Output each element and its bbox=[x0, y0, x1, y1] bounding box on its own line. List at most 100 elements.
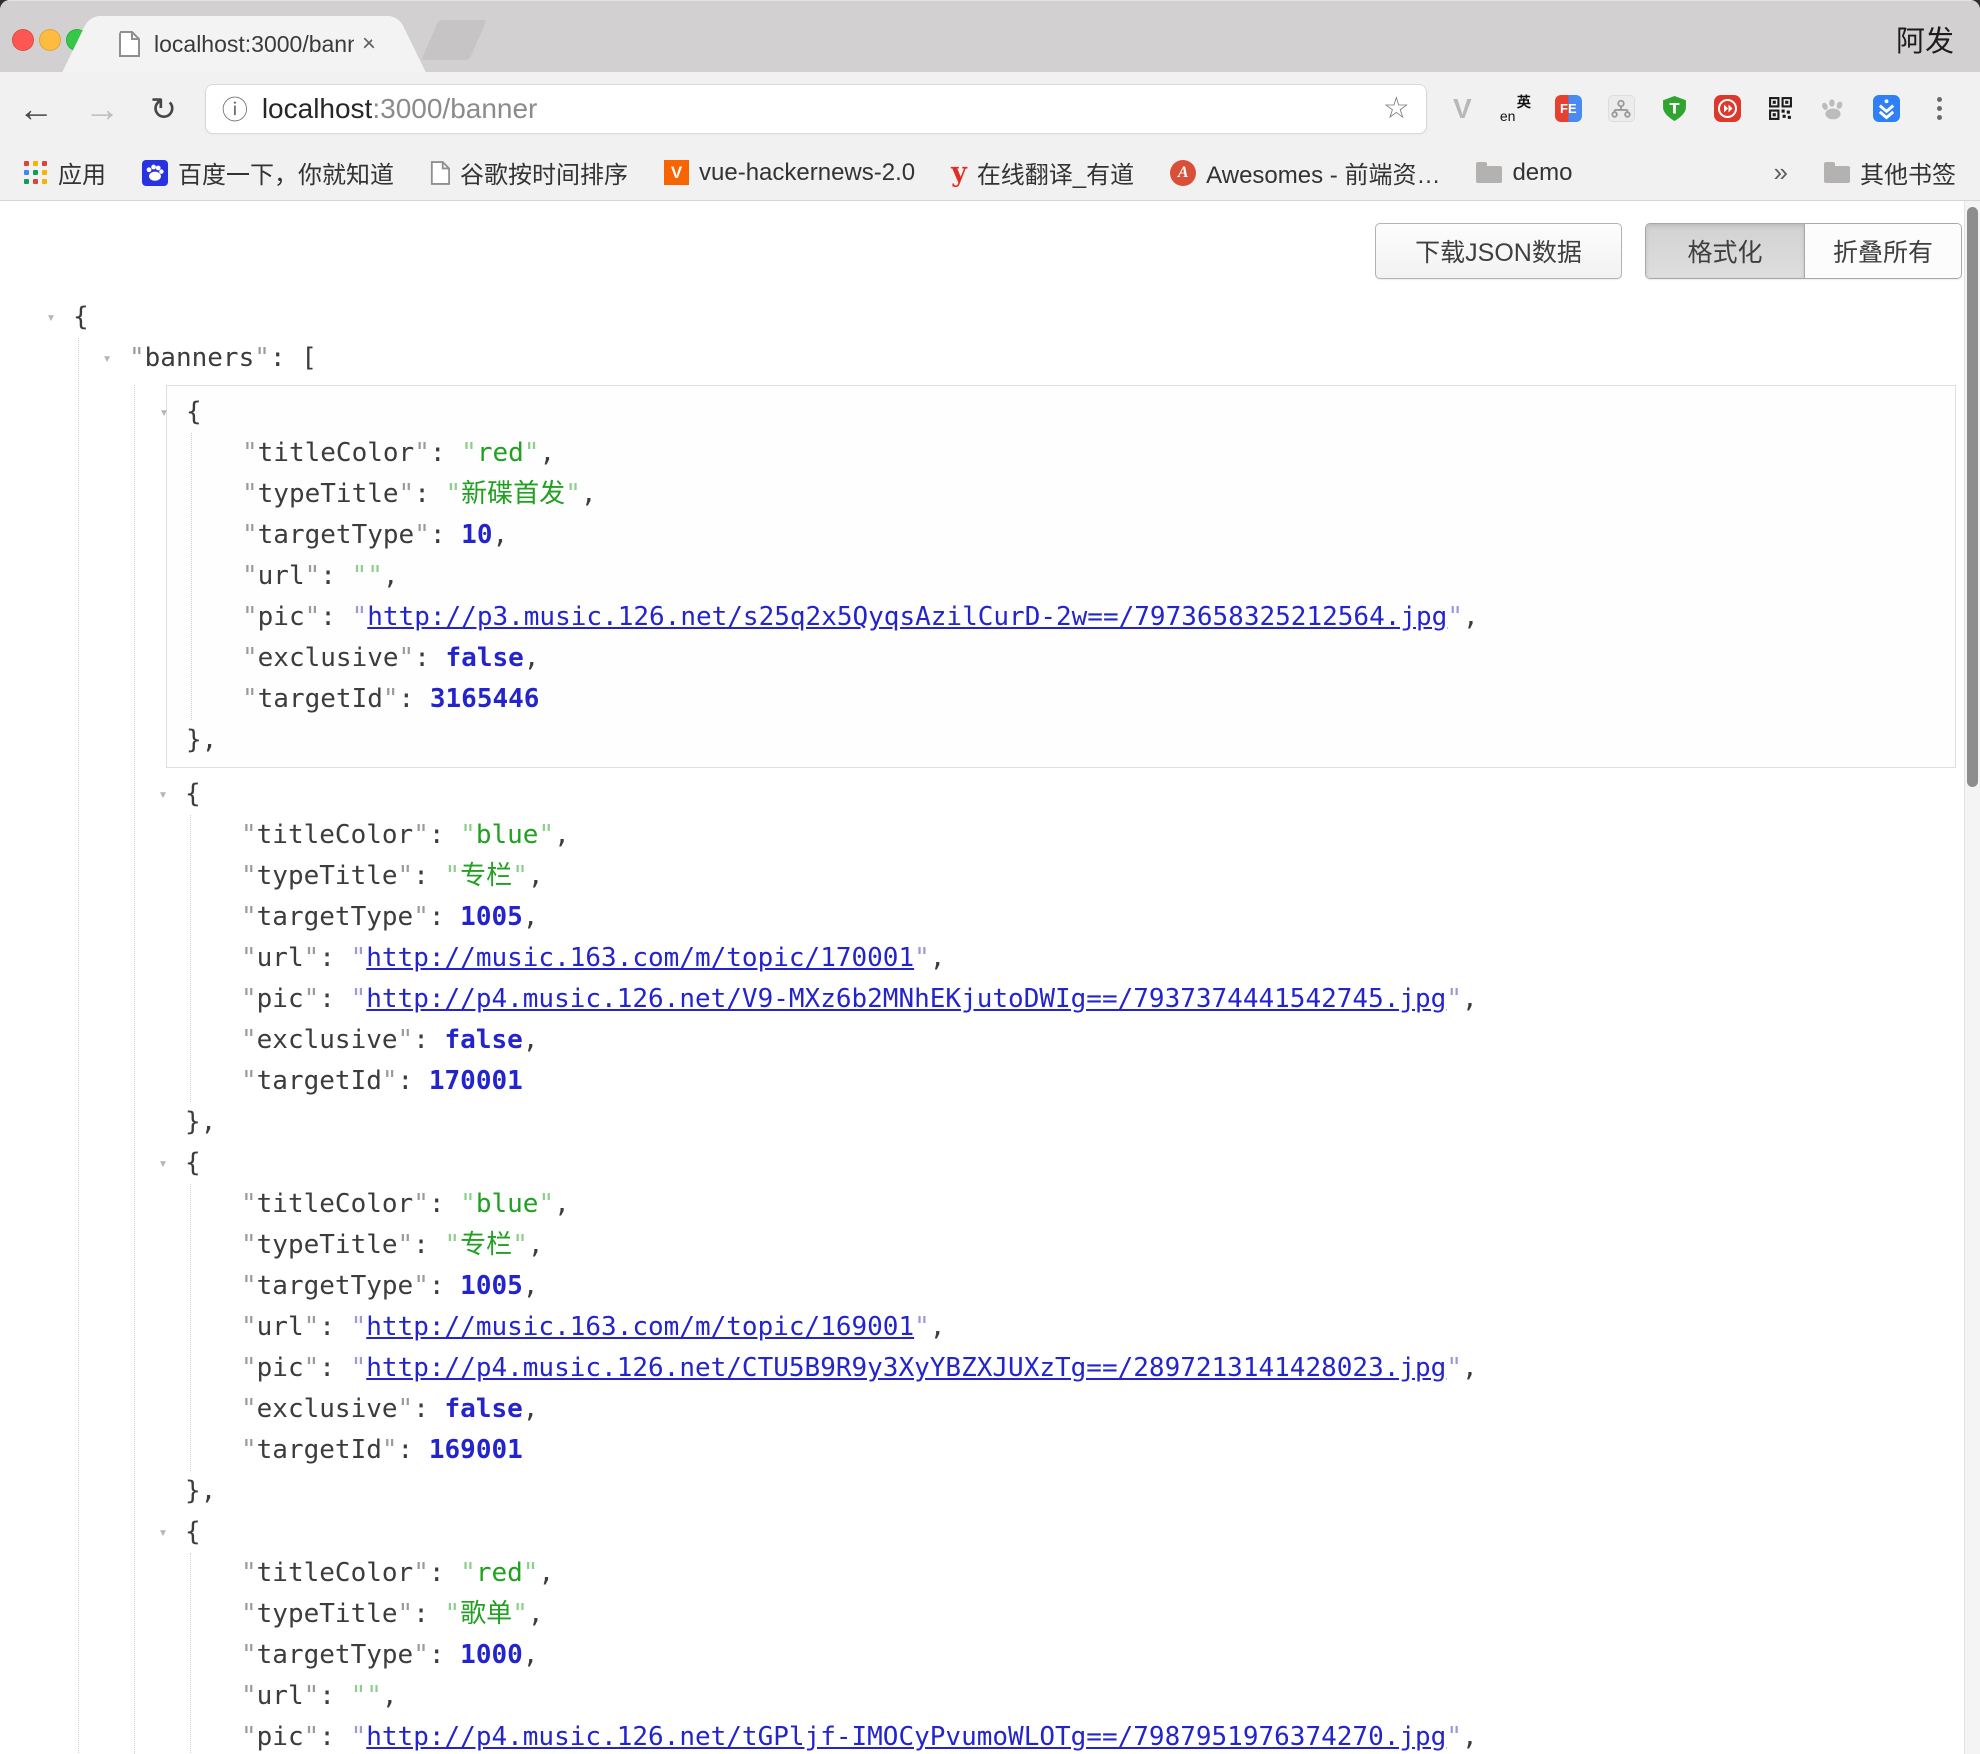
json-array-item: ▾{"titleColor": "red","typeTitle": "歌单",… bbox=[185, 1512, 1964, 1754]
traffic-light-close-button[interactable] bbox=[12, 29, 34, 51]
json-token: , bbox=[528, 861, 544, 891]
json-token: " bbox=[241, 820, 257, 850]
tampermonkey-shield-icon[interactable]: T bbox=[1661, 95, 1688, 122]
tab-active[interactable]: localhost:3000/banner × bbox=[98, 16, 390, 72]
json-token: " bbox=[414, 520, 430, 550]
traffic-light-minimize-button[interactable] bbox=[39, 29, 61, 51]
json-token: " bbox=[538, 1189, 554, 1219]
bookmark-baidu[interactable]: 百度一下，你就知道 bbox=[142, 155, 394, 190]
other-bookmarks-folder[interactable]: 其他书签 bbox=[1824, 155, 1956, 190]
json-token: : [ bbox=[270, 343, 317, 373]
json-token: , bbox=[1462, 1353, 1478, 1383]
download-json-button[interactable]: 下载JSON数据 bbox=[1375, 223, 1622, 279]
format-button[interactable]: 格式化 bbox=[1646, 224, 1805, 278]
paw-extension-icon[interactable] bbox=[1820, 95, 1847, 122]
collapse-triangle-icon[interactable]: ▾ bbox=[151, 774, 175, 815]
json-link[interactable]: http://music.163.com/m/topic/169001 bbox=[366, 1312, 914, 1342]
chrome-menu-icon[interactable] bbox=[1926, 95, 1953, 122]
json-token: " bbox=[351, 943, 367, 973]
json-token: " bbox=[512, 1230, 528, 1260]
bookmark-apps[interactable]: 应用 bbox=[24, 155, 106, 190]
json-token: , bbox=[554, 820, 570, 850]
json-children: "titleColor": "red","typeTitle": "歌单","t… bbox=[190, 1553, 1964, 1754]
json-token: " bbox=[351, 1681, 367, 1711]
bookmark-awesomes[interactable]: A Awesomes - 前端资… bbox=[1170, 155, 1440, 190]
json-key: pic bbox=[257, 1353, 304, 1383]
json-token: : bbox=[320, 561, 351, 591]
collapse-triangle-icon[interactable]: ▾ bbox=[151, 1512, 175, 1553]
json-token: " bbox=[241, 1722, 257, 1752]
json-token: : bbox=[414, 479, 445, 509]
vue-devtools-extension-icon[interactable]: V bbox=[1449, 95, 1476, 122]
fe-extension-icon[interactable]: FE bbox=[1555, 95, 1582, 122]
collapse-triangle-icon[interactable]: ▾ bbox=[95, 338, 119, 379]
json-token: " bbox=[399, 479, 415, 509]
json-token: " bbox=[241, 1230, 257, 1260]
profile-name[interactable]: 阿发 bbox=[1896, 18, 1954, 60]
json-token: " bbox=[413, 820, 429, 850]
url-text[interactable]: localhost:3000/banner bbox=[262, 93, 538, 125]
json-link[interactable]: http://p3.music.126.net/s25q2x5QyqsAzilC… bbox=[367, 602, 1447, 632]
scrollbar-thumb[interactable] bbox=[1967, 207, 1978, 787]
json-token: " bbox=[1447, 602, 1463, 632]
collapse-triangle-icon[interactable]: ▾ bbox=[152, 392, 176, 433]
json-token: : bbox=[429, 820, 460, 850]
json-token: : bbox=[414, 643, 445, 673]
download-manager-extension-icon[interactable] bbox=[1873, 95, 1900, 122]
json-link[interactable]: http://p4.music.126.net/CTU5B9R9y3XyYBZX… bbox=[366, 1353, 1446, 1383]
page-content: 下载JSON数据 格式化 折叠所有 ▾{▾"banners": [▾{"titl… bbox=[0, 201, 1980, 1754]
video-speed-extension-icon[interactable] bbox=[1714, 95, 1741, 122]
json-token: " bbox=[382, 1066, 398, 1096]
back-button[interactable]: ← bbox=[18, 91, 54, 127]
scrollbar-track[interactable] bbox=[1964, 201, 1980, 1754]
tab-close-icon[interactable]: × bbox=[362, 30, 376, 58]
page-icon bbox=[430, 161, 450, 185]
json-token: : bbox=[429, 1558, 460, 1588]
json-key: url bbox=[257, 943, 304, 973]
json-value-number: 1000 bbox=[460, 1640, 523, 1670]
json-token: " bbox=[398, 1599, 414, 1629]
url-path: :3000/banner bbox=[372, 93, 537, 124]
bookmark-google-sort[interactable]: 谷歌按时间排序 bbox=[430, 155, 628, 190]
json-tree: ▾{▾"banners": [▾{"titleColor": "red","ty… bbox=[0, 297, 1964, 1754]
json-link[interactable]: http://p4.music.126.net/tGPljf-IMOCyPvum… bbox=[366, 1722, 1446, 1752]
json-link[interactable]: http://p4.music.126.net/V9-MXz6b2MNhEKju… bbox=[366, 984, 1446, 1014]
qr-code-extension-icon[interactable] bbox=[1767, 95, 1794, 122]
bookmark-vue-hackernews[interactable]: V vue-hackernews-2.0 bbox=[664, 159, 915, 187]
json-value-number: 170001 bbox=[429, 1066, 523, 1096]
json-token: " bbox=[305, 561, 321, 591]
json-value-boolean: false bbox=[445, 1025, 523, 1055]
json-array-item: ▾{"titleColor": "blue","typeTitle": "专栏"… bbox=[185, 1143, 1964, 1512]
json-token: : bbox=[320, 602, 351, 632]
collapse-triangle-icon[interactable]: ▾ bbox=[151, 1143, 175, 1184]
collapse-triangle-icon[interactable]: ▾ bbox=[39, 297, 63, 338]
json-token: : bbox=[413, 1599, 444, 1629]
bookmark-youdao[interactable]: y 在线翻译_有道 bbox=[951, 155, 1134, 190]
json-key: titleColor bbox=[258, 438, 415, 468]
json-token: " bbox=[241, 1394, 257, 1424]
json-array-item: ▾{"titleColor": "blue","typeTitle": "专栏"… bbox=[185, 774, 1964, 1143]
page-info-icon[interactable]: ⓘ bbox=[222, 90, 248, 127]
json-key: titleColor bbox=[257, 1189, 414, 1219]
translate-extension-icon[interactable]: 英 en bbox=[1502, 95, 1529, 122]
reload-button[interactable]: ↻ bbox=[150, 93, 177, 125]
json-token: { bbox=[73, 302, 89, 332]
json-token: " bbox=[445, 1599, 461, 1629]
json-link[interactable]: http://music.163.com/m/topic/170001 bbox=[366, 943, 914, 973]
json-token: " bbox=[538, 820, 554, 850]
new-tab-button[interactable] bbox=[421, 20, 487, 60]
json-token: , bbox=[539, 438, 555, 468]
json-line: ▾{ bbox=[73, 297, 1964, 338]
json-line: "pic": "http://p3.music.126.net/s25q2x5Q… bbox=[242, 597, 1955, 638]
json-token: , bbox=[523, 1394, 539, 1424]
bookmark-star-icon[interactable]: ☆ bbox=[1383, 91, 1410, 126]
json-token: " bbox=[242, 643, 258, 673]
sitemap-extension-icon[interactable] bbox=[1608, 95, 1635, 122]
collapse-all-button[interactable]: 折叠所有 bbox=[1805, 224, 1961, 278]
bookmarks-overflow-chevron[interactable]: » bbox=[1774, 157, 1788, 188]
address-bar[interactable]: ⓘ localhost:3000/banner ☆ bbox=[205, 84, 1427, 134]
bookmark-folder-demo[interactable]: demo bbox=[1476, 159, 1572, 187]
json-token: , bbox=[524, 643, 540, 673]
baidu-paw-icon bbox=[142, 160, 168, 186]
json-line: "exclusive": false, bbox=[241, 1389, 1964, 1430]
